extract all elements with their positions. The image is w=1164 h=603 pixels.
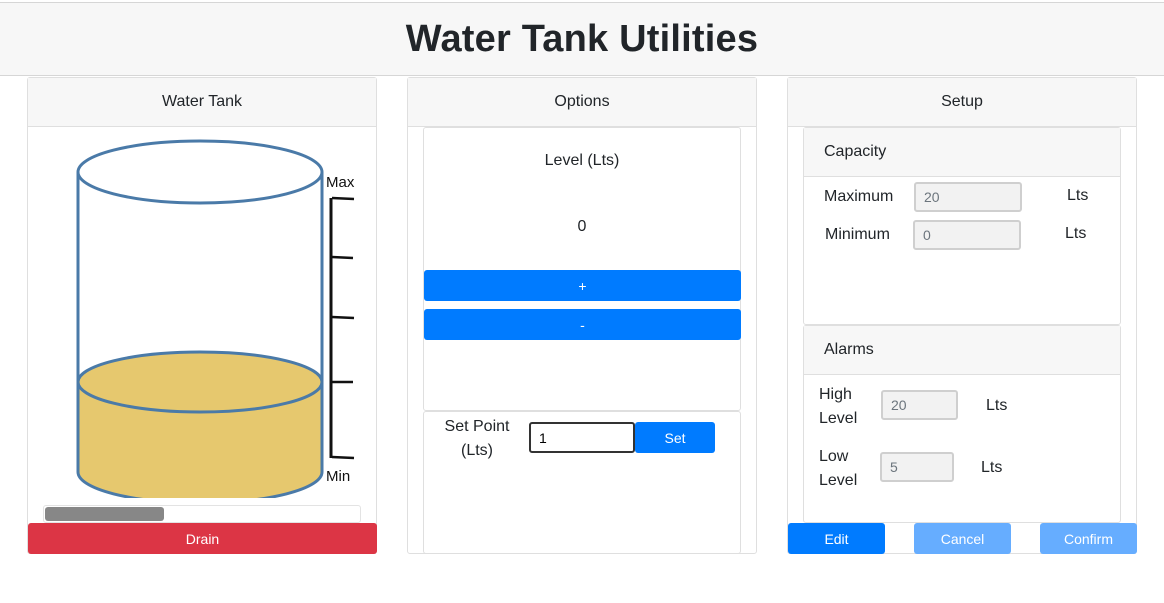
- set-point-panel: Set Point (Lts) Set: [423, 411, 741, 554]
- alarms-panel: Alarms High Level Lts Low Level Lts: [803, 325, 1121, 523]
- minimum-field[interactable]: [913, 220, 1021, 250]
- set-button[interactable]: Set: [635, 422, 715, 453]
- maximum-label: Maximum: [824, 188, 894, 205]
- drain-slider[interactable]: [43, 505, 361, 523]
- minimum-label: Minimum: [825, 226, 890, 243]
- scale-min-label: Min: [326, 468, 350, 485]
- low-level-field[interactable]: [880, 452, 954, 482]
- scale-max-label: Max: [326, 174, 355, 191]
- tank-illustration: Max Min: [76, 139, 355, 498]
- tank-water-surface: [76, 350, 324, 414]
- tank-top: [76, 139, 324, 205]
- page-title: Water Tank Utilities: [405, 17, 759, 60]
- decrease-level-button[interactable]: -: [424, 309, 741, 340]
- confirm-button[interactable]: Confirm: [1040, 523, 1137, 554]
- increase-level-button[interactable]: +: [424, 270, 741, 301]
- options-card-header: Options: [408, 78, 756, 127]
- water-tank-card-header: Water Tank: [28, 78, 376, 127]
- low-level-unit: Lts: [981, 459, 1003, 476]
- edit-button[interactable]: Edit: [788, 523, 885, 554]
- level-panel: Level (Lts) 0 + -: [423, 127, 741, 411]
- drain-slider-thumb[interactable]: [45, 507, 164, 521]
- capacity-header: Capacity: [804, 128, 1120, 177]
- level-label: Level (Lts): [544, 152, 620, 169]
- set-point-input[interactable]: [529, 422, 635, 453]
- maximum-unit: Lts: [1067, 187, 1089, 204]
- high-level-label: High Level: [819, 386, 858, 427]
- cancel-button[interactable]: Cancel: [914, 523, 1011, 554]
- high-level-field[interactable]: [881, 390, 958, 420]
- setup-card: Setup Capacity Maximum Lts Minimum Lts A…: [787, 77, 1137, 554]
- maximum-field[interactable]: [914, 182, 1022, 212]
- low-level-label: Low Level: [819, 448, 858, 489]
- high-level-unit: Lts: [986, 397, 1008, 414]
- drain-button[interactable]: Drain: [28, 523, 377, 554]
- set-point-label: Set Point (Lts): [444, 418, 510, 459]
- setup-card-header: Setup: [788, 78, 1136, 127]
- minimum-unit: Lts: [1065, 225, 1087, 242]
- alarms-header: Alarms: [804, 326, 1120, 375]
- level-value: 0: [577, 218, 587, 235]
- app-header: Water Tank Utilities: [0, 2, 1164, 76]
- water-tank-card: Water Tank Max Min Drain: [27, 77, 377, 554]
- options-card: Options Level (Lts) 0 + - Set Point (Lts…: [407, 77, 757, 554]
- capacity-panel: Capacity Maximum Lts Minimum Lts: [803, 127, 1121, 325]
